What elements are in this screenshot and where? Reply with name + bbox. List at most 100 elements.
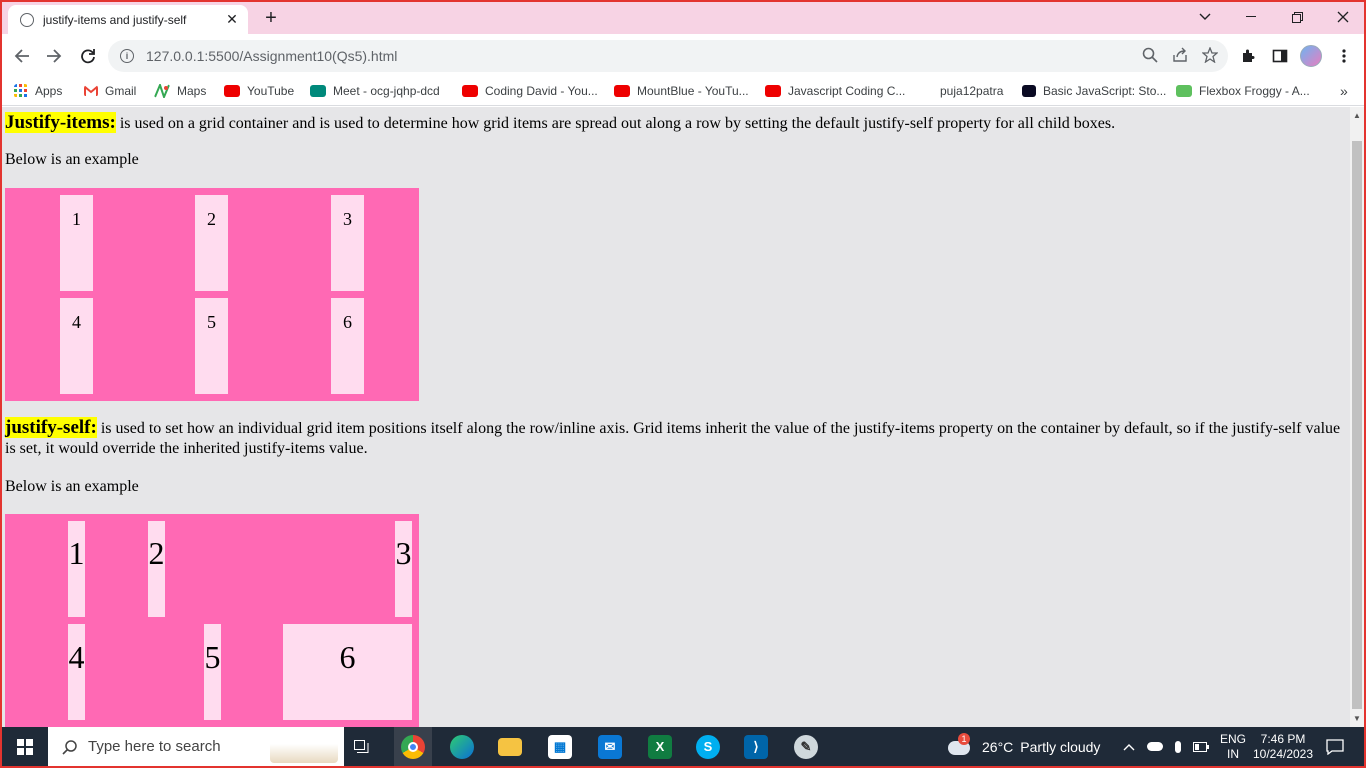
justify-items-description: is used on a grid container and is used … xyxy=(115,115,1116,132)
bookmark-meet[interactable]: Meet - ocg-jqhp-dcd xyxy=(310,84,440,98)
show-hidden-icons-icon[interactable] xyxy=(1120,727,1138,766)
site-info-icon[interactable]: i xyxy=(120,49,134,63)
grid-item-2: 2 xyxy=(195,195,228,291)
mail-icon[interactable]: ✉ xyxy=(592,727,628,766)
bookmark-label: Basic JavaScript: Sto... xyxy=(1043,84,1167,98)
menu-kebab-icon[interactable] xyxy=(1334,46,1354,66)
task-view-icon[interactable] xyxy=(348,727,376,766)
bookmark-basic-javascript[interactable]: Basic JavaScript: Sto... xyxy=(1022,84,1166,98)
grid-item-3: 3 xyxy=(331,195,364,291)
bookmark-maps[interactable]: Maps xyxy=(154,84,206,98)
bookmark-gmail[interactable]: Gmail xyxy=(84,84,136,98)
zoom-icon[interactable] xyxy=(1142,47,1158,67)
edge-taskbar-icon[interactable] xyxy=(444,727,480,766)
url-text[interactable]: 127.0.0.1:5500/Assignment10(Qs5).html xyxy=(146,48,397,64)
globe-icon xyxy=(20,12,34,27)
maps-icon xyxy=(154,84,170,98)
bookmark-coding-david[interactable]: Coding David - You... xyxy=(462,84,598,98)
tab-title: justify-items and justify-self xyxy=(43,12,187,27)
extensions-icon[interactable] xyxy=(1238,46,1258,66)
justify-self-term: justify-self: xyxy=(5,417,97,438)
paint-icon[interactable]: ✎ xyxy=(788,727,824,766)
bookmark-javascript-coding[interactable]: Javascript Coding C... xyxy=(765,84,905,98)
justify-self-description: is used to set how an individual grid it… xyxy=(5,420,1341,457)
bookmark-flexbox-froggy[interactable]: Flexbox Froggy - A... xyxy=(1176,84,1310,98)
example-label-1: Below is an example xyxy=(5,151,139,168)
justify-items-term: Justify-items: xyxy=(5,112,116,133)
tab-active[interactable]: justify-items and justify-self ✕ xyxy=(8,5,248,34)
tab-search-icon[interactable] xyxy=(1182,2,1228,32)
youtube-icon xyxy=(462,85,478,97)
excel-icon[interactable]: X xyxy=(642,727,678,766)
apps-grid-icon xyxy=(14,84,27,97)
side-panel-icon[interactable] xyxy=(1270,46,1290,66)
example-label-2: Below is an example xyxy=(5,478,139,495)
restore-icon[interactable] xyxy=(1274,2,1320,32)
clock[interactable]: 7:46 PM 10/24/2023 xyxy=(1250,732,1316,762)
self-item-4: 4 xyxy=(68,624,85,720)
minimize-icon[interactable] xyxy=(1228,2,1274,32)
tab-close-icon[interactable]: ✕ xyxy=(224,11,240,28)
clock-time: 7:46 PM xyxy=(1260,732,1306,746)
self-item-3: 3 xyxy=(395,521,412,617)
microphone-icon[interactable] xyxy=(1168,727,1188,766)
search-highlight-horse-icon xyxy=(270,731,338,763)
scroll-up-icon[interactable]: ▲ xyxy=(1350,109,1364,123)
youtube-icon xyxy=(765,85,781,97)
file-explorer-icon[interactable] xyxy=(492,727,528,766)
profile-avatar[interactable] xyxy=(1300,45,1322,67)
bookmark-apps[interactable]: Apps xyxy=(14,84,62,98)
back-icon[interactable] xyxy=(10,44,34,68)
address-bar[interactable]: i 127.0.0.1:5500/Assignment10(Qs5).html xyxy=(108,40,1228,72)
weather-description: Partly cloudy xyxy=(1020,738,1101,755)
grid-item-4: 4 xyxy=(60,298,93,394)
bookmarks-overflow-icon[interactable]: » xyxy=(1340,83,1348,99)
bookmarks-bar: Apps Gmail Maps YouTube Meet - ocg-jqhp-… xyxy=(2,78,1364,106)
bookmark-label: puja12patra xyxy=(940,84,1004,98)
justify-self-paragraph: justify-self: is used to set how an indi… xyxy=(5,417,1345,459)
scrollbar-thumb[interactable] xyxy=(1352,141,1362,709)
bookmark-puja12patra[interactable]: puja12patra xyxy=(940,84,1003,98)
page-content: Justify-items: is used on a grid contain… xyxy=(2,107,1350,727)
language-indicator[interactable]: ENG IN xyxy=(1218,732,1248,762)
browser-window: justify-items and justify-self ✕ + i 1 27… xyxy=(2,2,1364,766)
reload-icon[interactable] xyxy=(76,44,100,68)
bookmark-label: MountBlue - YouTu... xyxy=(637,84,749,98)
bookmark-label: Maps xyxy=(177,84,207,98)
new-tab-button[interactable]: + xyxy=(260,6,282,30)
close-window-icon[interactable] xyxy=(1320,2,1364,32)
bookmark-label: Meet - ocg-jqhp-dcd xyxy=(333,84,440,98)
chrome-taskbar-icon[interactable] xyxy=(394,727,432,766)
tab-strip: justify-items and justify-self ✕ + xyxy=(2,2,1364,34)
battery-icon[interactable] xyxy=(1190,727,1212,766)
bookmark-label: Flexbox Froggy - A... xyxy=(1199,84,1310,98)
bookmark-label: Apps xyxy=(35,84,63,98)
onedrive-cloud-icon[interactable] xyxy=(1144,727,1166,766)
grid-item-5: 5 xyxy=(195,298,228,394)
page-scrollbar[interactable]: ▲ ▼ xyxy=(1350,107,1364,727)
justify-items-grid: 1 2 3 4 5 6 xyxy=(5,188,419,401)
skype-icon[interactable]: S xyxy=(690,727,726,766)
bookmark-star-icon[interactable] xyxy=(1201,46,1219,67)
frog-icon xyxy=(1176,85,1192,97)
windows-start-icon[interactable] xyxy=(2,727,48,766)
scroll-down-icon[interactable]: ▼ xyxy=(1350,712,1364,726)
bookmark-mountblue[interactable]: MountBlue - YouTu... xyxy=(614,84,749,98)
windows-taskbar: Type here to search ▦ ✉ X S ⟩ ✎ 1 26°C P… xyxy=(2,727,1364,766)
bookmark-label: YouTube xyxy=(247,84,295,98)
share-icon[interactable] xyxy=(1172,47,1188,67)
weather-widget[interactable]: 1 26°C Partly cloudy xyxy=(948,727,1108,766)
self-item-6: 6 xyxy=(283,624,412,720)
weather-cloud-icon: 1 xyxy=(948,732,972,757)
grid-item-6: 6 xyxy=(331,298,364,394)
vscode-icon[interactable]: ⟩ xyxy=(738,727,774,766)
forward-icon[interactable] xyxy=(42,44,66,68)
self-item-1: 1 xyxy=(68,521,85,617)
bookmark-label: Javascript Coding C... xyxy=(788,84,906,98)
notifications-icon[interactable] xyxy=(1320,727,1350,766)
language-code: ENG xyxy=(1219,732,1246,746)
store-icon[interactable]: ▦ xyxy=(542,727,578,766)
bookmark-youtube[interactable]: YouTube xyxy=(224,84,294,98)
taskbar-search-box[interactable]: Type here to search xyxy=(48,727,344,766)
gmail-icon xyxy=(84,85,98,96)
